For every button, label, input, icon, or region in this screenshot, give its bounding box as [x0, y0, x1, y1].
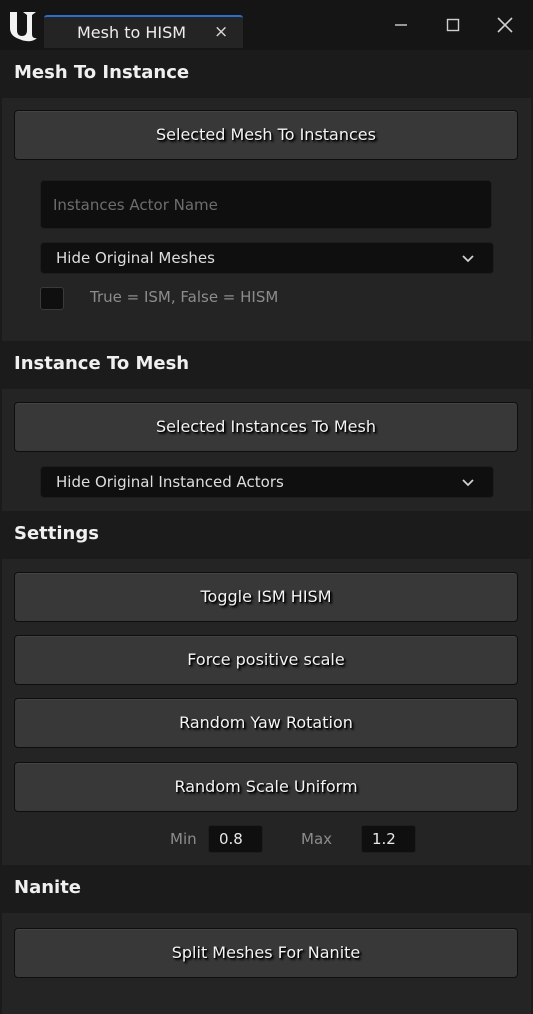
ism-hism-checkbox[interactable]: [40, 287, 64, 310]
section-title: Mesh To Instance: [14, 62, 190, 83]
dropdown-selected-value: Hide Original Meshes: [56, 249, 215, 267]
section-title: Instance To Mesh: [14, 353, 190, 374]
title-bar: Mesh to HISM ×: [0, 0, 533, 50]
max-scale-input[interactable]: 1.2: [361, 825, 416, 853]
min-scale-input[interactable]: 0.8: [208, 825, 263, 853]
section-header-settings: Settings: [2, 511, 531, 559]
random-yaw-rotation-button[interactable]: Random Yaw Rotation: [14, 698, 518, 748]
section-title: Settings: [14, 523, 99, 544]
force-positive-scale-button[interactable]: Force positive scale: [14, 635, 518, 685]
selected-instances-to-mesh-button[interactable]: Selected Instances To Mesh: [14, 402, 518, 452]
toggle-ism-hism-button[interactable]: Toggle ISM HISM: [14, 572, 518, 622]
tab-mesh-to-hism[interactable]: Mesh to HISM ×: [44, 15, 243, 48]
split-meshes-for-nanite-button[interactable]: Split Meshes For Nanite: [14, 928, 518, 978]
section-header-nanite: Nanite: [2, 865, 531, 913]
button-label: Selected Mesh To Instances: [156, 125, 376, 144]
button-label: Toggle ISM HISM: [200, 587, 332, 606]
instances-actor-name-field[interactable]: [40, 180, 492, 229]
button-label: Random Scale Uniform: [174, 777, 358, 796]
ism-hism-checkbox-label: True = ISM, False = HISM: [90, 288, 279, 306]
dropdown-selected-value: Hide Original Instanced Actors: [56, 473, 284, 491]
chevron-down-icon: [462, 255, 474, 263]
instances-actor-name-input[interactable]: [41, 181, 491, 228]
tool-panel: Mesh To Instance Selected Mesh To Instan…: [0, 50, 533, 1014]
random-scale-uniform-button[interactable]: Random Scale Uniform: [14, 762, 518, 812]
chevron-down-icon: [462, 479, 474, 487]
hide-original-instanced-actors-dropdown[interactable]: Hide Original Instanced Actors: [40, 466, 494, 498]
section-header-mesh-to-instance: Mesh To Instance: [2, 50, 531, 98]
button-label: Random Yaw Rotation: [179, 713, 353, 732]
section-title: Nanite: [14, 877, 82, 898]
minimize-icon[interactable]: [386, 10, 416, 40]
hide-original-meshes-dropdown[interactable]: Hide Original Meshes: [40, 242, 494, 274]
close-icon[interactable]: ×: [214, 22, 228, 42]
button-label: Selected Instances To Mesh: [156, 417, 376, 436]
tab-title: Mesh to HISM: [77, 23, 187, 42]
maximize-icon[interactable]: [438, 10, 468, 40]
min-scale-value: 0.8: [219, 830, 243, 848]
unreal-logo-icon: [10, 12, 37, 42]
max-scale-label: Max: [301, 830, 333, 848]
max-scale-value: 1.2: [372, 830, 396, 848]
selected-mesh-to-instances-button[interactable]: Selected Mesh To Instances: [14, 110, 518, 160]
section-header-instance-to-mesh: Instance To Mesh: [2, 341, 531, 389]
min-scale-label: Min: [170, 830, 197, 848]
close-icon[interactable]: [490, 10, 520, 40]
button-label: Force positive scale: [187, 650, 345, 669]
button-label: Split Meshes For Nanite: [171, 943, 361, 962]
